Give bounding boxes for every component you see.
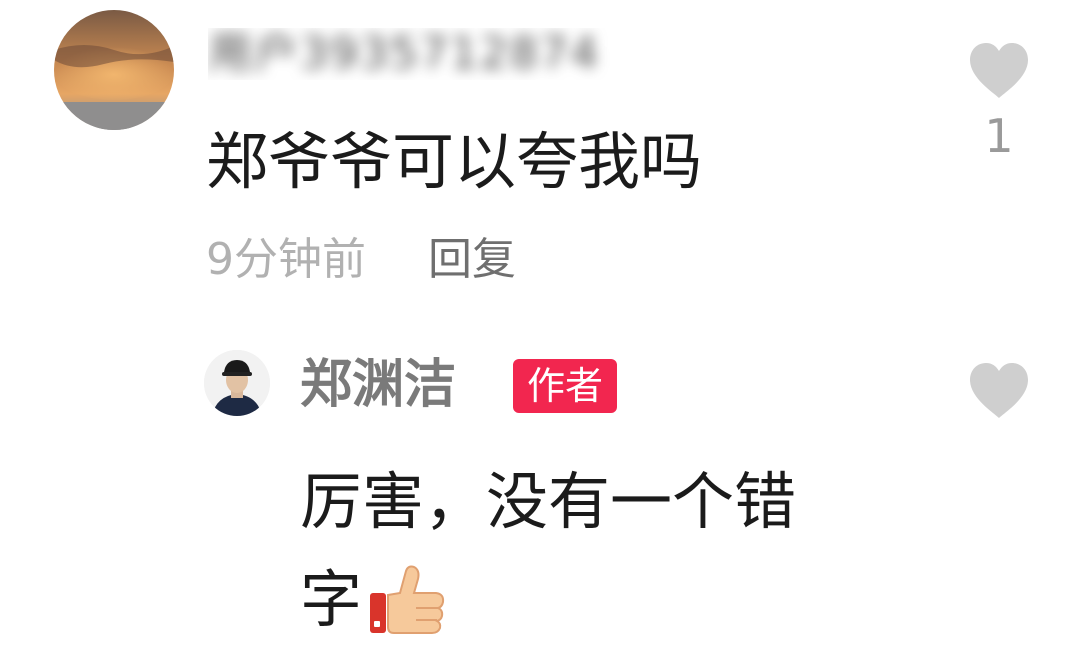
commenter-avatar[interactable] [54, 10, 174, 130]
heart-icon [970, 363, 1028, 418]
comment-meta: 9分钟前 回复 [206, 232, 516, 288]
like-count: 1 [984, 109, 1014, 163]
reply-button[interactable]: 回复 [428, 232, 516, 288]
commenter-username-text: 用户3935712874 [208, 28, 600, 79]
comment-text: 郑爷爷可以夸我吗 [206, 125, 703, 198]
reply-text-line2-text: 字 [300, 563, 363, 636]
author-avatar[interactable] [204, 350, 270, 416]
author-badge: 作者 [513, 359, 617, 413]
heart-icon [970, 43, 1028, 98]
commenter-username[interactable]: 用户3935712874 [208, 28, 728, 80]
reply-text-line1: 厉害，没有一个错 [300, 465, 797, 538]
thumbs-up-icon [370, 565, 445, 634]
sunset-avatar-image [54, 10, 174, 130]
like-button[interactable] [966, 40, 1032, 100]
reply-text-line2: 字 [300, 560, 448, 640]
comment-timestamp: 9分钟前 [206, 234, 366, 285]
reply-like-button[interactable] [966, 360, 1032, 420]
author-username[interactable]: 郑渊洁 [300, 352, 456, 418]
person-avatar-image [204, 350, 270, 416]
